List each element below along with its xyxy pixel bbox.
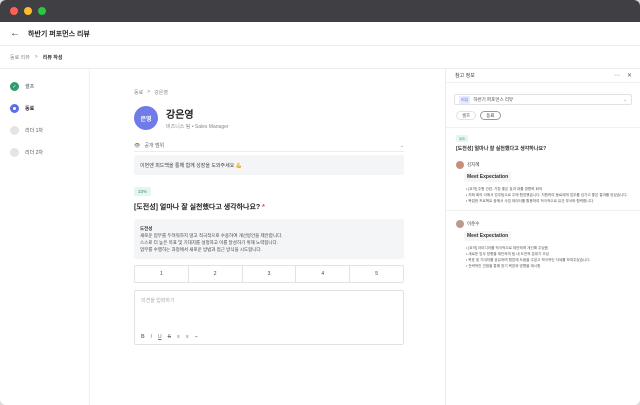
filter-pill-peer[interactable]: 동료 [480,111,501,120]
active-step-icon [10,104,19,113]
step-label: 동료 [25,106,35,112]
required-mark: * [262,204,265,211]
review-comments: [요약] 주원 관련, 가장 좋은 효과 대를 경향력 회색 저희 회의 이에서… [466,186,630,204]
panel-header: 참고 정보 ⋯ ✕ [446,69,640,83]
subject-breadcrumb-current: 강은영 [154,90,168,96]
step-item-leader-1[interactable]: 리더 1차 [10,125,89,136]
review-card: 이준수 Meet Expectation [요약] 아이디어를 적극적으로 제안… [456,220,630,269]
reviewer-name: 이준수 [467,221,480,226]
step-label: 리더 2차 [25,150,43,156]
avatar: 은영 [134,106,158,130]
reviewee-profile: 은영 강은영 비즈니스 팀 • Sales Manager [134,106,404,130]
step-item-peer[interactable]: 동료 [10,103,89,114]
reviewer-filter: 셀프 동료 [456,111,632,120]
review-comment: 복잡한 프로젝트 중에서 사업 데이터를 활용하여 적극적으로 유관 부서와 협… [466,198,630,204]
italic-icon[interactable]: I [151,334,152,340]
bullet-list-icon[interactable]: ≡ [177,334,180,340]
question-title: [도전성] 얼마나 잘 실천했다고 생각하나요? * [134,202,404,212]
step-label: 리더 1차 [25,128,43,134]
editor-toolbar: B I U S ≡ ≡ ⌁ [141,334,198,340]
reviewer-name: 김지혜 [467,162,480,167]
breadcrumb-current: 리뷰 작성 [42,54,63,61]
close-window-dot[interactable] [10,7,18,15]
pending-step-icon [10,148,19,157]
rating-option-3[interactable]: 3 [243,266,297,282]
review-select[interactable]: 리뷰 하반기 퍼포먼스 리뷰 ⌄ [454,94,632,105]
reference-panel: 참고 정보 ⋯ ✕ 리뷰 하반기 퍼포먼스 리뷰 ⌄ 셀프 동료 3/5 [도전… [445,69,640,405]
rating-label: Meet Expectation [464,172,512,182]
numbered-list-icon[interactable]: ≡ [186,334,189,340]
breadcrumb-parent[interactable]: 동료 리뷰 [10,54,30,61]
rating-option-2[interactable]: 2 [189,266,243,282]
rating-option-4[interactable]: 4 [296,266,351,282]
breadcrumb-separator-icon: > [34,54,38,60]
filter-pill-self[interactable]: 셀프 [456,111,477,120]
chevron-down-icon: ⌄ [399,142,404,149]
pending-step-icon [10,126,19,135]
guide-line: 새로운 업무를 두려워하지 않고 적극적으로 수용하여 개선방안을 제안합니다. [140,233,283,238]
answer-placeholder: 의견을 입력하기 [141,298,175,304]
reviewee-name: 강은영 [166,110,194,121]
breadcrumb-separator-icon: > [147,89,151,95]
breadcrumb: 동료 리뷰 > 리뷰 작성 [0,46,640,69]
rating-label: Meet Expectation [464,231,512,241]
competency-guide: 도전성 새로운 업무를 두려워하지 않고 적극적으로 수용하여 개선방안을 제안… [134,219,404,259]
step-item-self[interactable]: ✓ 셀프 [10,81,89,92]
more-icon[interactable]: ⋯ [614,72,620,79]
visibility-toggle[interactable]: 👁 공개 범위 ⌄ [134,140,404,152]
review-comments: [요약] 아이디어를 적극적으로 제안하며 개선해 주었음 새로운 업무 방향을… [466,245,630,269]
window-titlebar [0,0,640,22]
chevron-down-icon: ⌄ [623,96,627,102]
review-main: 동료 > 강은영 은영 강은영 비즈니스 팀 • Sales Manager 👁… [90,69,445,405]
review-select-tag: 리뷰 [459,95,471,104]
guide-title: 도전성 [140,226,153,231]
bold-icon[interactable]: B [141,334,145,340]
guide-notice: 이번엔 피드백을 통해 함께 성장을 도와주세요 💪 [134,155,404,175]
rating-scale: 1 2 3 4 5 [134,265,404,283]
question-text: [도전성] 얼마나 잘 실천했다고 생각하나요? [134,204,261,211]
rating-option-1[interactable]: 1 [135,266,189,282]
eye-icon: 👁 [134,142,141,149]
app-window: ← 하반기 퍼포먼스 리뷰 동료 리뷰 > 리뷰 작성 ✓ 셀프 동료 리더 1… [0,0,640,405]
review-card: 김지혜 Meet Expectation [요약] 주원 관련, 가장 좋은 효… [456,161,630,204]
step-item-leader-2[interactable]: 리더 2차 [10,147,89,158]
strikethrough-icon[interactable]: S [168,334,171,340]
app-header: ← 하반기 퍼포먼스 리뷰 [0,22,640,46]
avatar [456,220,464,228]
check-circle-icon: ✓ [10,82,19,91]
subject-breadcrumb: 동료 > 강은영 [134,89,404,96]
panel-question: [도전성] 얼마나 잘 실천했다고 생각하나요? [456,146,547,152]
step-label: 셀프 [25,84,35,90]
rating-option-5[interactable]: 5 [350,266,403,282]
link-icon[interactable]: ⌁ [195,334,198,340]
reviewee-role: 비즈니스 팀 • Sales Manager [166,124,229,130]
answer-textarea[interactable]: 의견을 입력하기 B I U S ≡ ≡ ⌁ [134,290,404,345]
underline-icon[interactable]: U [158,334,162,340]
progress-badge: 33% [134,187,152,196]
maximize-window-dot[interactable] [38,7,46,15]
review-comment: 전략적인 관점을 통해 장기 목표와 방향을 제시함 [466,263,630,269]
visibility-label: 공개 범위 [144,143,165,149]
minimize-window-dot[interactable] [24,7,32,15]
reviewer: 이준수 [456,220,630,228]
close-icon[interactable]: ✕ [627,72,632,79]
reviewer: 김지혜 [456,161,630,169]
subject-breadcrumb-parent[interactable]: 동료 [134,89,143,96]
guide-line: 업무를 수행하는 과정에서 새로운 방법과 접근 방식을 시도합니다. [140,247,262,252]
panel-progress-badge: 3/5 [456,135,468,142]
avatar [456,161,464,169]
review-select-value: 하반기 퍼포먼스 리뷰 [473,96,514,102]
page-title: 하반기 퍼포먼스 리뷰 [28,30,90,38]
step-sidebar: ✓ 셀프 동료 리더 1차 리더 2차 [0,69,90,405]
back-arrow-icon[interactable]: ← [10,28,24,39]
panel-title: 참고 정보 [455,73,475,79]
guide-line: 스스로 더 높은 목표 및 기대치를 설정하고 이를 달성하기 위해 노력합니다… [140,240,278,245]
